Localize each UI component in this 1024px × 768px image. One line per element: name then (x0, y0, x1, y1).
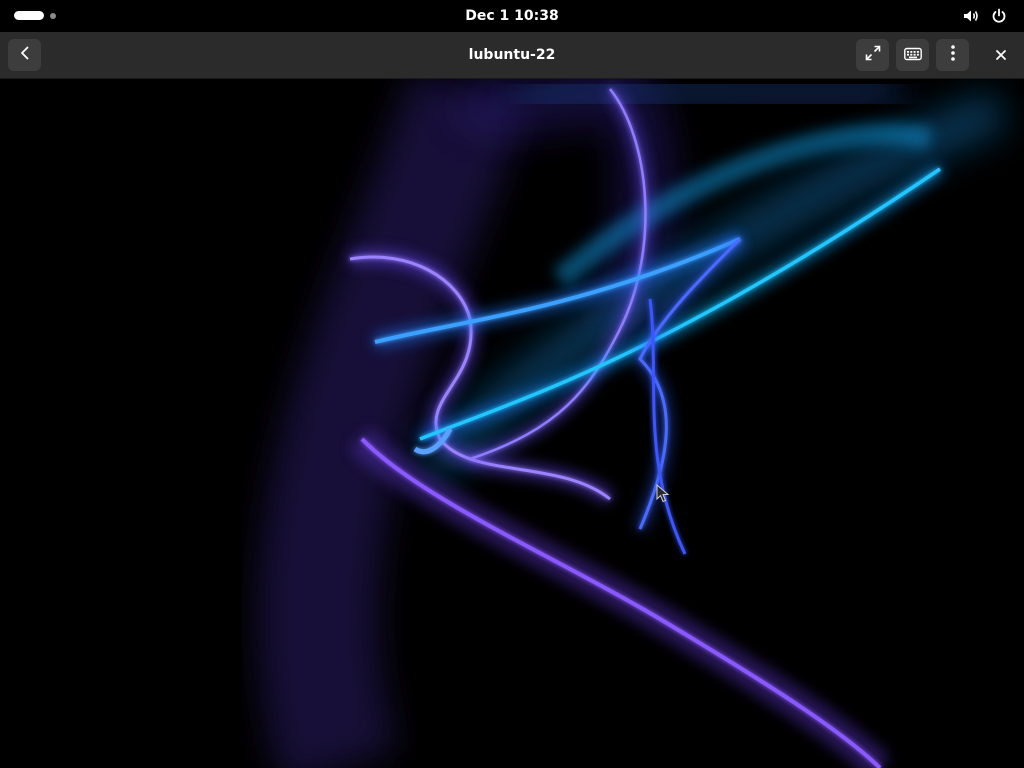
menu-button[interactable] (936, 39, 969, 71)
fullscreen-button[interactable] (856, 39, 889, 71)
remote-desktop-view[interactable] (0, 79, 1024, 768)
keyboard-button[interactable] (896, 39, 929, 71)
wallpaper-light-streaks (258, 79, 1008, 768)
keyboard-icon (903, 46, 922, 65)
fullscreen-icon (864, 44, 882, 66)
workspace-active-pill (14, 11, 44, 20)
volume-icon (962, 7, 980, 25)
back-arrow-icon (17, 45, 33, 65)
close-icon (995, 46, 1007, 65)
activities-indicator[interactable] (14, 11, 56, 20)
system-status-area[interactable] (962, 7, 1008, 25)
clock[interactable]: Dec 1 10:38 (465, 8, 558, 24)
workspace-dot (50, 12, 56, 19)
top-bar: Dec 1 10:38 (0, 0, 1024, 32)
power-icon (990, 7, 1008, 25)
clock-container: Dec 1 10:38 (0, 0, 1024, 32)
kebab-menu-icon (950, 44, 956, 66)
window-header-bar: lubuntu-22 (0, 32, 1024, 79)
close-button[interactable] (984, 39, 1017, 71)
mouse-pointer-icon (656, 483, 670, 508)
back-button[interactable] (8, 39, 41, 71)
